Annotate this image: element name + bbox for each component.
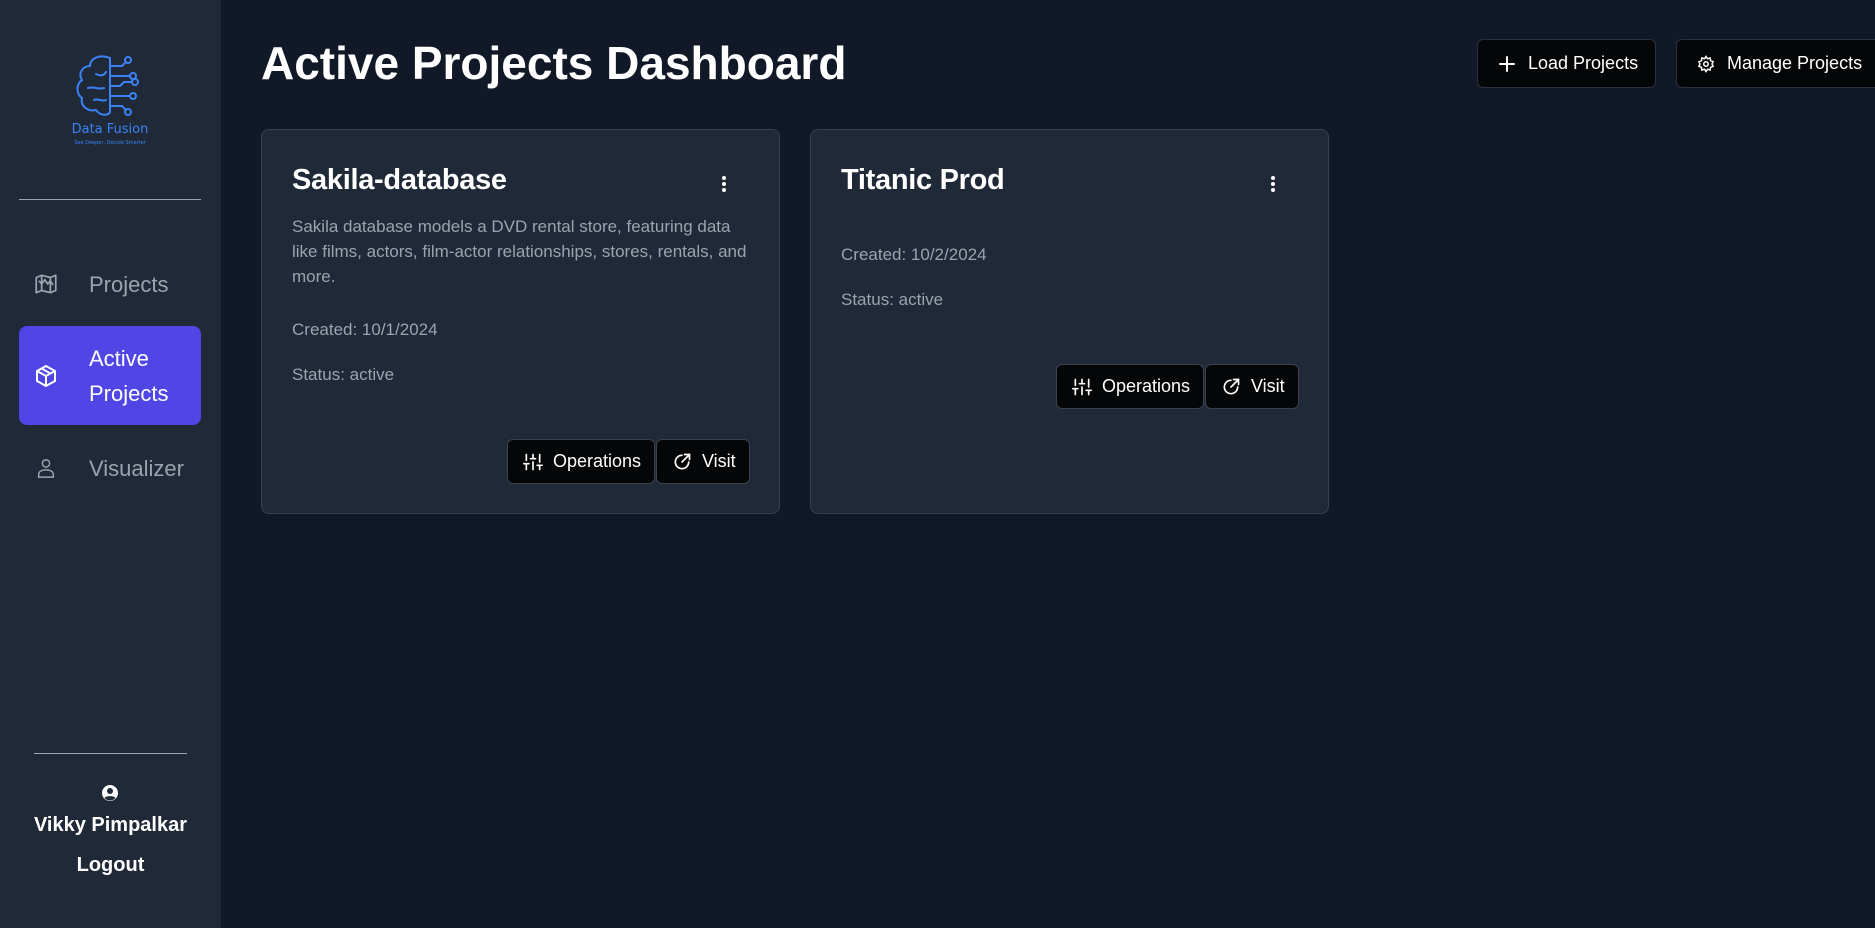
project-description: Sakila database models a DVD rental stor… — [292, 217, 747, 286]
project-card: Sakila-database Sakila database models a… — [261, 129, 780, 514]
project-created-date: Created: 10/1/2024 — [292, 320, 438, 339]
sidebar-item-label: Active Projects — [89, 345, 169, 406]
project-status: Status: active — [841, 290, 944, 309]
manage-projects-label: Manage Projects — [1727, 53, 1863, 73]
map-icon — [33, 271, 59, 297]
visit-button[interactable]: Visit — [1205, 364, 1299, 409]
project-created-date: Created: 10/2/2024 — [841, 245, 987, 264]
project-status: Status: active — [292, 365, 395, 384]
logo-name: Data Fusion — [71, 122, 149, 137]
project-title: Titanic Prod — [841, 164, 1005, 196]
visit-label: Visit — [1251, 376, 1285, 396]
logo-tagline: See Deeper, Decide Smarter — [74, 140, 146, 146]
operations-button[interactable]: Operations — [507, 439, 655, 484]
sidebar-item-visualizer[interactable]: Visualizer — [19, 450, 201, 486]
project-card: Titanic Prod Created: 10/2/2024 Status: … — [810, 129, 1329, 514]
user-name: Vikky Pimpalkar — [33, 814, 188, 836]
cube-icon — [33, 363, 59, 389]
sidebar-divider-top — [19, 199, 201, 200]
operations-button[interactable]: Operations — [1056, 364, 1204, 409]
load-projects-button[interactable]: Load Projects — [1477, 39, 1656, 88]
manage-projects-button[interactable]: Manage Projects — [1676, 39, 1875, 88]
logout-button[interactable]: Logout — [0, 854, 221, 877]
project-title: Sakila-database — [292, 164, 507, 196]
page-title: Active Projects Dashboard — [261, 37, 847, 89]
visit-label: Visit — [702, 451, 736, 471]
sidebar: Data Fusion See Deeper, Decide Smarter P… — [0, 0, 221, 928]
plus-icon — [1498, 55, 1516, 73]
sliders-icon — [523, 452, 543, 472]
more-vertical-icon[interactable] — [1263, 174, 1283, 194]
sidebar-item-active-projects[interactable]: Active Projects — [19, 326, 201, 425]
sidebar-item-projects[interactable]: Projects — [19, 264, 201, 304]
more-vertical-icon[interactable] — [714, 174, 734, 194]
external-link-icon — [1221, 377, 1241, 397]
brain-circuit-icon — [76, 55, 139, 116]
operations-label: Operations — [1102, 376, 1191, 396]
sidebar-item-label: Visualizer — [89, 455, 184, 481]
sidebar-item-label: Projects — [89, 271, 169, 297]
data-fusion-logo[interactable]: Data Fusion See Deeper, Decide Smarter — [60, 52, 160, 152]
sliders-icon — [1072, 377, 1092, 397]
load-projects-label: Load Projects — [1528, 53, 1639, 73]
user-icon — [33, 455, 59, 481]
external-link-icon — [672, 452, 692, 472]
visit-button[interactable]: Visit — [656, 439, 750, 484]
sidebar-divider-bottom — [34, 753, 187, 754]
operations-label: Operations — [553, 451, 642, 471]
gear-icon — [1697, 54, 1715, 73]
user-circle-icon — [101, 784, 119, 802]
